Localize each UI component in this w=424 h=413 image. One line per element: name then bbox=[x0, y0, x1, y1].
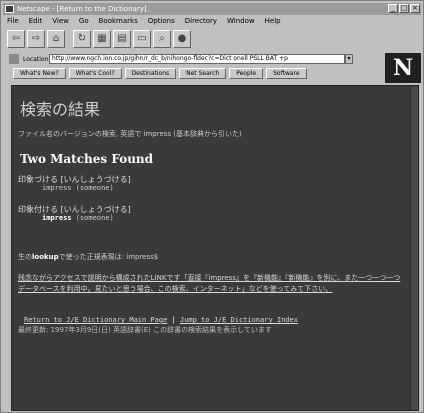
entry-word-line: impress (someone) bbox=[42, 214, 114, 222]
software-button[interactable]: Software bbox=[266, 68, 307, 79]
lookup-suffix: で使った正規表現は: impress$ bbox=[58, 253, 159, 261]
menu-options[interactable]: Options bbox=[148, 16, 175, 27]
entry-word: impress bbox=[42, 184, 72, 192]
menu-bookmarks[interactable]: Bookmarks bbox=[99, 16, 138, 27]
stop-icon: ● bbox=[177, 33, 187, 44]
menu-window[interactable]: Window bbox=[227, 16, 255, 27]
print-icon: ▭ bbox=[137, 33, 147, 44]
menu-go[interactable]: Go bbox=[79, 16, 89, 27]
toolbar: ⇦ ⇨ ⌂ ↻ ▦ ▤ ▭ ⌕ ● bbox=[3, 28, 303, 50]
forward-button[interactable]: ⇨ bbox=[27, 30, 45, 48]
back-button[interactable]: ⇦ bbox=[7, 30, 25, 48]
stop-button[interactable]: ● bbox=[173, 30, 191, 48]
netscape-logo: N bbox=[385, 53, 421, 83]
bookmark-icon[interactable] bbox=[9, 54, 19, 64]
directory-bar: What's New? What's Cool? Destinations Ne… bbox=[3, 68, 377, 81]
open-icon: ▤ bbox=[117, 33, 127, 44]
location-input[interactable]: http://www.ngch.ion.co.jp/gihn/r_dc_b/ni… bbox=[49, 54, 345, 64]
menu-help[interactable]: Help bbox=[265, 16, 281, 27]
images-button[interactable]: ▦ bbox=[93, 30, 111, 48]
close-button[interactable]: × bbox=[410, 4, 420, 13]
forward-icon: ⇨ bbox=[31, 33, 41, 44]
entry-word-line: impress (someone) bbox=[42, 184, 114, 192]
open-button[interactable]: ▤ bbox=[113, 30, 131, 48]
link-separator: | bbox=[167, 316, 180, 324]
page-title: 検索の結果 bbox=[20, 100, 101, 119]
lookup-line: 生のlookupで使った正規表現は: impress$ bbox=[18, 252, 158, 262]
home-button[interactable]: ⌂ bbox=[47, 30, 65, 48]
minimize-button[interactable]: _ bbox=[388, 4, 398, 13]
title-bar[interactable]: Netscape - [Return to the Dictionary] _ … bbox=[3, 3, 421, 15]
menu-file[interactable]: File bbox=[7, 16, 19, 27]
jump-to-index-link[interactable]: Jump to J/E Dictionary Index bbox=[180, 316, 298, 324]
lookup-prefix: 生の bbox=[18, 253, 32, 261]
matches-heading: Two Matches Found bbox=[20, 152, 154, 166]
whats-new-button[interactable]: What's New? bbox=[13, 68, 66, 79]
people-button[interactable]: People bbox=[229, 68, 264, 79]
netscape-app-icon bbox=[5, 5, 14, 13]
page-subtitle: ファイル名のバージョンの検索, 英語で impress (基本辞典から引いた) bbox=[18, 130, 242, 138]
vertical-scrollbar[interactable] bbox=[410, 86, 418, 410]
find-button[interactable]: ⌕ bbox=[153, 30, 171, 48]
reload-button[interactable]: ↻ bbox=[73, 30, 91, 48]
entry-gloss: (someone) bbox=[75, 184, 114, 192]
images-icon: ▦ bbox=[97, 33, 107, 44]
maximize-button[interactable]: □ bbox=[399, 4, 409, 13]
browser-window: Netscape - [Return to the Dictionary] _ … bbox=[0, 0, 424, 413]
location-bar: Location: http://www.ngch.ion.co.jp/gihn… bbox=[3, 52, 377, 66]
back-icon: ⇦ bbox=[11, 33, 21, 44]
window-title: Netscape - [Return to the Dictionary] bbox=[17, 5, 147, 13]
whats-cool-button[interactable]: What's Cool? bbox=[68, 68, 122, 79]
return-links: Return to J/E Dictionary Main Page | Jum… bbox=[24, 316, 298, 324]
entry-gloss: (someone) bbox=[75, 214, 114, 222]
home-icon: ⌂ bbox=[52, 33, 60, 44]
location-label: Location: bbox=[23, 55, 51, 63]
find-icon: ⌕ bbox=[159, 33, 165, 44]
location-dropdown-icon[interactable]: ▾ bbox=[345, 54, 353, 64]
menu-directory[interactable]: Directory bbox=[185, 16, 217, 27]
entry-word: impress bbox=[42, 214, 72, 222]
menu-view[interactable]: View bbox=[52, 16, 69, 27]
menu-bar: File Edit View Go Bookmarks Options Dire… bbox=[3, 16, 421, 27]
reload-icon: ↻ bbox=[77, 33, 87, 44]
print-button[interactable]: ▭ bbox=[133, 30, 151, 48]
menu-edit[interactable]: Edit bbox=[29, 16, 43, 27]
page-footer: 最終更新: 1997年3月9日(日) 英語辞書(E) この辞書の検索結果を表示し… bbox=[18, 326, 272, 334]
net-search-button[interactable]: Net Search bbox=[179, 68, 227, 79]
return-to-main-link[interactable]: Return to J/E Dictionary Main Page bbox=[24, 316, 167, 324]
info-paragraph-link[interactable]: 残念ながらアクセスで説明から構成されたLINKです「直接『impress』を『新… bbox=[18, 273, 404, 295]
destinations-button[interactable]: Destinations bbox=[124, 68, 177, 79]
lookup-keyword: lookup bbox=[32, 253, 59, 261]
page-content: 検索の結果 ファイル名のバージョンの検索, 英語で impress (基本辞典か… bbox=[11, 85, 419, 411]
